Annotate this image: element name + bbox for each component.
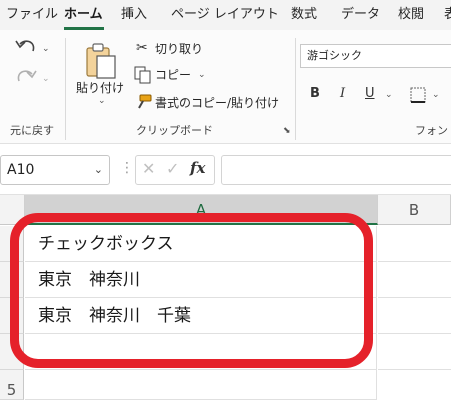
tab-data[interactable]: データ — [341, 0, 380, 30]
font-name-select[interactable]: 游ゴシック — [300, 44, 451, 68]
bold-button[interactable]: B — [310, 85, 320, 103]
formula-input[interactable] — [221, 155, 451, 185]
copy-dropdown-icon[interactable]: ⌄ — [198, 70, 206, 80]
name-box[interactable]: A10 ⌄ — [0, 155, 110, 185]
cell-b[interactable] — [378, 226, 451, 262]
cell-b[interactable] — [378, 334, 451, 370]
format-painter-icon[interactable] — [134, 94, 152, 112]
copy-label[interactable]: コピー — [155, 65, 191, 85]
paste-dropdown-icon[interactable]: ⌄ — [98, 96, 106, 106]
row-header[interactable]: 5 — [0, 370, 24, 400]
cancel-icon[interactable]: ✕ — [142, 159, 155, 178]
underline-button[interactable]: U — [365, 85, 375, 103]
cell-a[interactable] — [25, 370, 377, 400]
tab-file[interactable]: ファイル — [6, 0, 58, 30]
name-box-value: A10 — [7, 162, 35, 178]
redo-dropdown-icon[interactable]: ⌄ — [42, 74, 50, 84]
highlight-annotation — [10, 213, 373, 368]
ribbon-separator — [295, 38, 296, 140]
underline-dropdown-icon[interactable]: ⌄ — [385, 90, 393, 100]
chevron-down-icon[interactable]: ⌄ — [94, 156, 103, 184]
formula-buttons: ✕ ✓ fx — [135, 155, 215, 185]
tab-formulas[interactable]: 数式 — [291, 0, 317, 30]
tab-view[interactable]: 表 — [444, 0, 451, 30]
redo-icon[interactable] — [14, 68, 38, 90]
border-dropdown-icon[interactable]: ⌄ — [432, 90, 440, 100]
ribbon: ⌄ ⌄ 元に戻す 貼り付け ⌄ ✂ 切り取り コピー ⌄ 書式のコピー/貼り付け… — [0, 30, 451, 144]
formula-bar: A10 ⌄ ⋮ ✕ ✓ fx — [0, 145, 451, 195]
font-group-label: フォント — [415, 124, 451, 137]
tab-insert[interactable]: 挿入 — [121, 0, 147, 30]
format-painter-label[interactable]: 書式のコピー/貼り付け — [155, 93, 279, 113]
italic-button[interactable]: I — [340, 85, 345, 103]
paste-label[interactable]: 貼り付け — [76, 78, 124, 98]
cut-icon[interactable]: ✂ — [136, 40, 148, 56]
column-header-b[interactable]: B — [378, 195, 451, 225]
cell-b[interactable] — [378, 298, 451, 334]
clipboard-group-label: クリップボード — [136, 124, 213, 137]
ribbon-tab-bar: ファイル ホーム 挿入 ページ レイアウト 数式 データ 校閲 表 — [0, 0, 451, 30]
undo-group-label: 元に戻す — [10, 124, 54, 137]
tab-home[interactable]: ホーム — [64, 0, 103, 30]
clipboard-launcher-icon[interactable]: ⬊ — [283, 126, 291, 136]
cell-b[interactable] — [378, 262, 451, 298]
ribbon-separator — [65, 38, 66, 140]
confirm-icon[interactable]: ✓ — [166, 159, 179, 178]
cut-label[interactable]: 切り取り — [155, 39, 203, 59]
undo-dropdown-icon[interactable]: ⌄ — [42, 44, 50, 54]
copy-icon[interactable] — [134, 66, 152, 84]
border-icon[interactable] — [410, 87, 428, 103]
undo-icon[interactable] — [14, 38, 38, 60]
drag-handle-icon[interactable]: ⋮ — [120, 160, 134, 176]
paste-icon[interactable] — [84, 42, 118, 80]
tab-page-layout[interactable]: ページ レイアウト — [171, 0, 279, 30]
insert-function-icon[interactable]: fx — [190, 159, 205, 177]
tab-review[interactable]: 校閲 — [398, 0, 424, 30]
